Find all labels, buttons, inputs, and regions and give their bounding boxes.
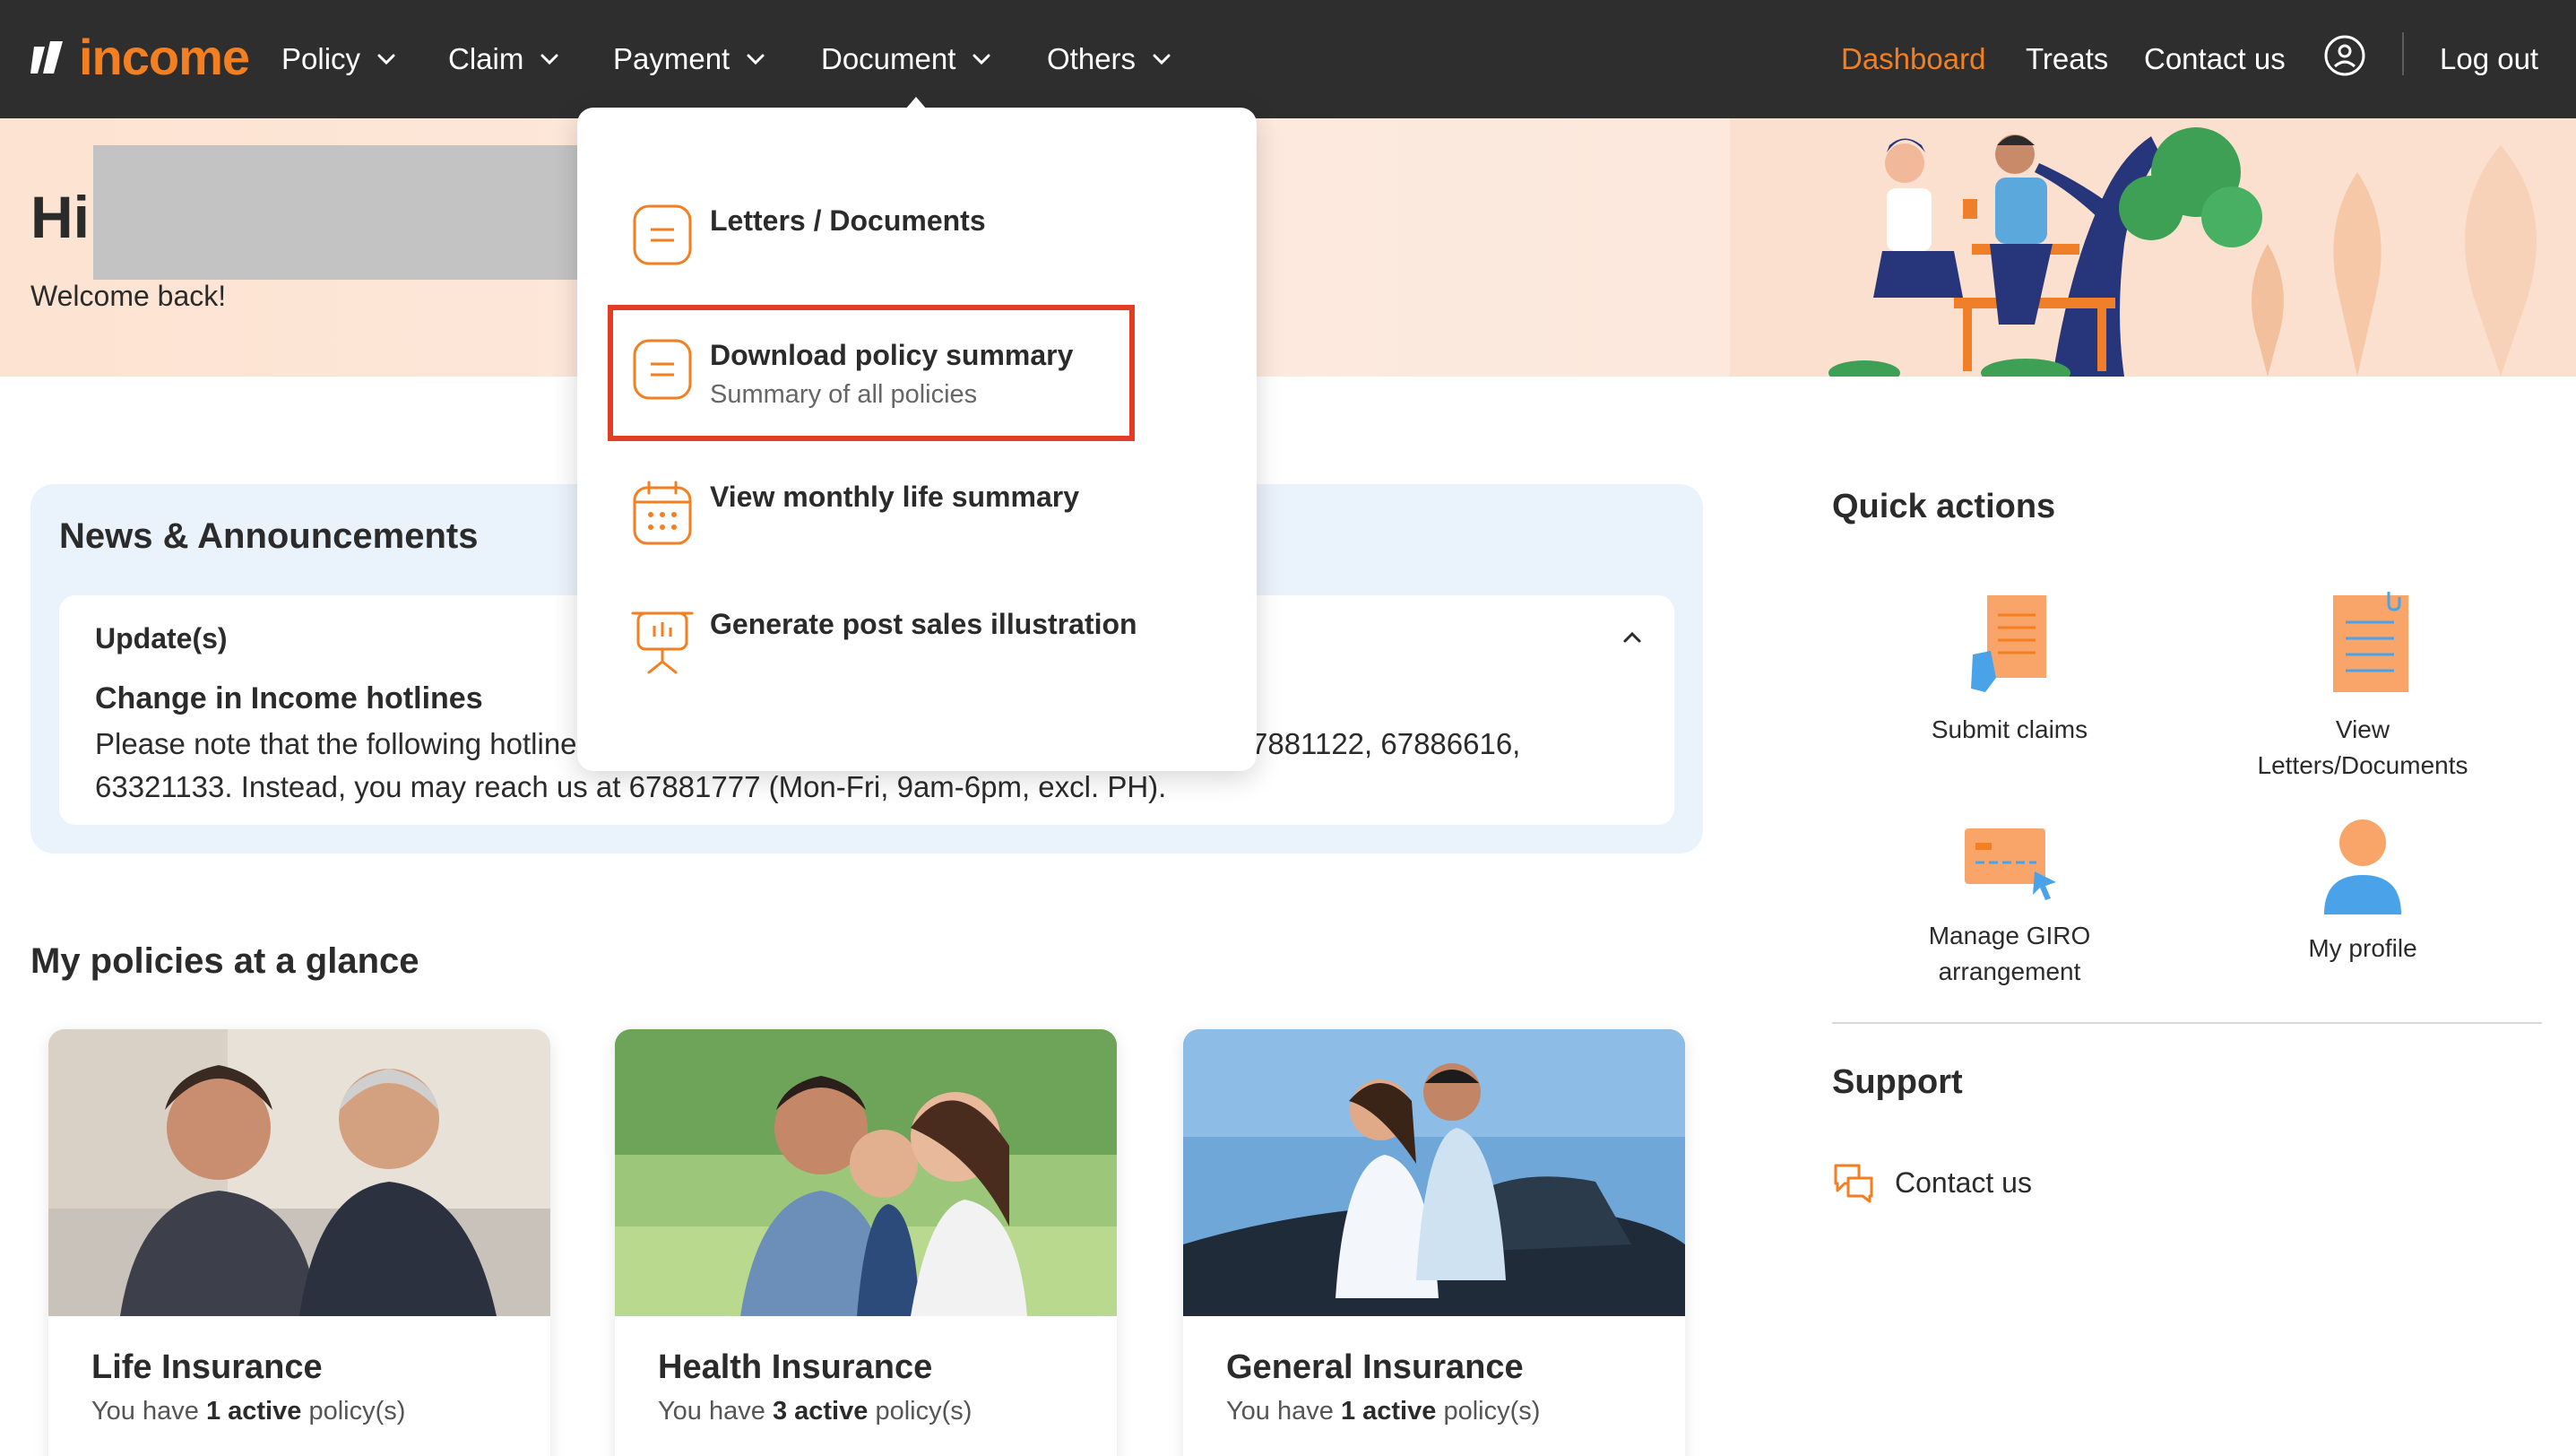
documents-icon bbox=[2333, 592, 2408, 692]
nav-menu-label: Claim bbox=[448, 42, 524, 75]
nav-menu-payment[interactable]: Payment bbox=[613, 34, 767, 84]
policy-count-value: 1 active bbox=[205, 1397, 302, 1426]
update-section-label: Update(s) bbox=[95, 622, 228, 654]
nav-link-treats[interactable]: Treats bbox=[2026, 34, 2108, 84]
nav-link-dashboard[interactable]: Dashboard bbox=[1841, 34, 1985, 84]
brand-name: income bbox=[79, 28, 250, 85]
presentation-board-icon bbox=[631, 611, 694, 674]
hero-banner: Hi Welcome back! bbox=[0, 118, 2576, 377]
nav-menu-label: Policy bbox=[281, 42, 361, 75]
quick-action-label-line2: Letters/Documents bbox=[2257, 751, 2468, 779]
dropdown-caret bbox=[905, 97, 927, 109]
quick-action-label: Manage GIRO arrangement bbox=[1839, 918, 2180, 990]
dropdown-item-letters-documents[interactable]: Letters / Documents bbox=[631, 203, 986, 267]
dropdown-item-title: Generate post sales illustration bbox=[710, 608, 1137, 640]
chevron-up-icon[interactable] bbox=[1617, 622, 1647, 653]
nav-menu-document[interactable]: Document bbox=[821, 34, 993, 84]
nav-menu-others[interactable]: Others bbox=[1047, 34, 1173, 84]
general-insurance-photo bbox=[1183, 1029, 1685, 1316]
policy-count: You have 3 active policy(s) bbox=[658, 1397, 972, 1426]
chevron-down-icon bbox=[540, 54, 558, 65]
brand-mark-icon bbox=[30, 41, 63, 74]
chevron-down-icon bbox=[972, 54, 990, 65]
support-contact-label: Contact us bbox=[1895, 1166, 2032, 1199]
claim-form-icon bbox=[1971, 595, 2046, 692]
policy-count-prefix: You have bbox=[91, 1397, 199, 1426]
quick-action-submit-claims[interactable]: Submit claims bbox=[1839, 592, 2180, 748]
policy-count-prefix: You have bbox=[658, 1397, 765, 1426]
dropdown-item-title: Letters / Documents bbox=[710, 204, 986, 237]
support-title: Support bbox=[1832, 1063, 1963, 1101]
nav-menu-claim[interactable]: Claim bbox=[448, 34, 561, 84]
dropdown-item-title: View monthly life summary bbox=[710, 481, 1079, 513]
update-body-line2: 63321133. Instead, you may reach us at 6… bbox=[95, 770, 1167, 803]
policy-count-value: 1 active bbox=[1340, 1397, 1437, 1426]
document-dropdown-menu: Letters / Documents Download policy summ… bbox=[577, 108, 1257, 771]
dropdown-item-title: Download policy summary bbox=[710, 339, 1074, 371]
welcome-text: Welcome back! bbox=[30, 280, 227, 312]
nav-link-logout[interactable]: Log out bbox=[2440, 34, 2538, 84]
dropdown-item-monthly-life-summary[interactable]: View monthly life summary bbox=[631, 479, 1079, 547]
life-insurance-photo bbox=[48, 1029, 550, 1316]
policy-count: You have 1 active policy(s) bbox=[91, 1397, 405, 1426]
quick-action-label: My profile bbox=[2308, 934, 2417, 962]
chevron-down-icon bbox=[1153, 54, 1171, 65]
support-contact-us-link[interactable]: Contact us bbox=[1832, 1162, 2032, 1203]
policies-section-title: My policies at a glance bbox=[30, 941, 419, 981]
quick-action-view-documents[interactable]: View Letters/Documents bbox=[2192, 592, 2533, 784]
nav-link-contact-us[interactable]: Contact us bbox=[2144, 34, 2286, 84]
dropdown-item-post-sales-illustration[interactable]: Generate post sales illustration bbox=[631, 606, 1137, 674]
update-headline: Change in Income hotlines bbox=[95, 681, 483, 715]
nav-menu-policy[interactable]: Policy bbox=[281, 34, 398, 84]
document-icon bbox=[633, 339, 692, 400]
update-body-line1-end: 7881122, 67886616, bbox=[1251, 727, 1521, 760]
policy-card-health[interactable]: Health Insurance You have 3 active polic… bbox=[615, 1029, 1117, 1456]
health-insurance-photo bbox=[615, 1029, 1117, 1316]
brand-logo[interactable]: income bbox=[27, 25, 250, 88]
redacted-user-name bbox=[93, 145, 584, 280]
dropdown-item-subtitle: Summary of all policies bbox=[710, 380, 978, 409]
card-icon bbox=[1965, 828, 2056, 900]
hero-illustration bbox=[1730, 118, 2576, 377]
nav-menu-label: Others bbox=[1047, 42, 1137, 75]
policy-count-suffix: policy(s) bbox=[1443, 1397, 1541, 1426]
policy-count-value: 3 active bbox=[772, 1397, 869, 1426]
user-account-icon[interactable] bbox=[2323, 34, 2366, 77]
policy-count-suffix: policy(s) bbox=[875, 1397, 972, 1426]
quick-action-label-line1: View bbox=[2335, 715, 2390, 743]
profile-icon bbox=[2324, 819, 2401, 914]
quick-action-my-profile[interactable]: My profile bbox=[2192, 816, 2533, 966]
document-icon bbox=[633, 204, 692, 265]
policy-count-prefix: You have bbox=[1226, 1397, 1334, 1426]
chat-bubbles-icon bbox=[1834, 1164, 1873, 1203]
calendar-icon bbox=[633, 481, 692, 545]
quick-actions-title: Quick actions bbox=[1832, 488, 2056, 525]
chevron-down-icon bbox=[377, 54, 395, 65]
news-title: News & Announcements bbox=[59, 516, 479, 556]
policy-card-general[interactable]: General Insurance You have 1 active poli… bbox=[1183, 1029, 1685, 1456]
quick-action-label: View Letters/Documents bbox=[2192, 712, 2533, 784]
policy-name: Health Insurance bbox=[658, 1348, 933, 1386]
policy-card-life[interactable]: Life Insurance You have 1 active policy(… bbox=[48, 1029, 550, 1456]
nav-divider bbox=[2402, 32, 2404, 75]
quick-action-label-line1: Manage GIRO bbox=[1928, 922, 2091, 949]
policy-name: General Insurance bbox=[1226, 1348, 1524, 1386]
greeting: Hi bbox=[30, 184, 90, 250]
nav-menu-label: Payment bbox=[613, 42, 730, 75]
top-navigation: income Policy Claim Payment Document Oth… bbox=[0, 0, 2576, 118]
nav-menu-label: Document bbox=[821, 42, 956, 75]
quick-actions-divider bbox=[1832, 1022, 2542, 1024]
quick-action-label-line2: arrangement bbox=[1938, 958, 2081, 985]
quick-action-manage-giro[interactable]: Manage GIRO arrangement bbox=[1839, 816, 2180, 990]
policy-count: You have 1 active policy(s) bbox=[1226, 1397, 1540, 1426]
quick-action-label: Submit claims bbox=[1931, 715, 2088, 743]
dropdown-item-download-policy-summary[interactable]: Download policy summary Summary of all p… bbox=[631, 337, 1073, 412]
policy-count-suffix: policy(s) bbox=[308, 1397, 406, 1426]
policy-name: Life Insurance bbox=[91, 1348, 323, 1386]
update-body-line1-start: Please note that the following hotline bbox=[95, 727, 577, 760]
chevron-down-icon bbox=[747, 54, 765, 65]
